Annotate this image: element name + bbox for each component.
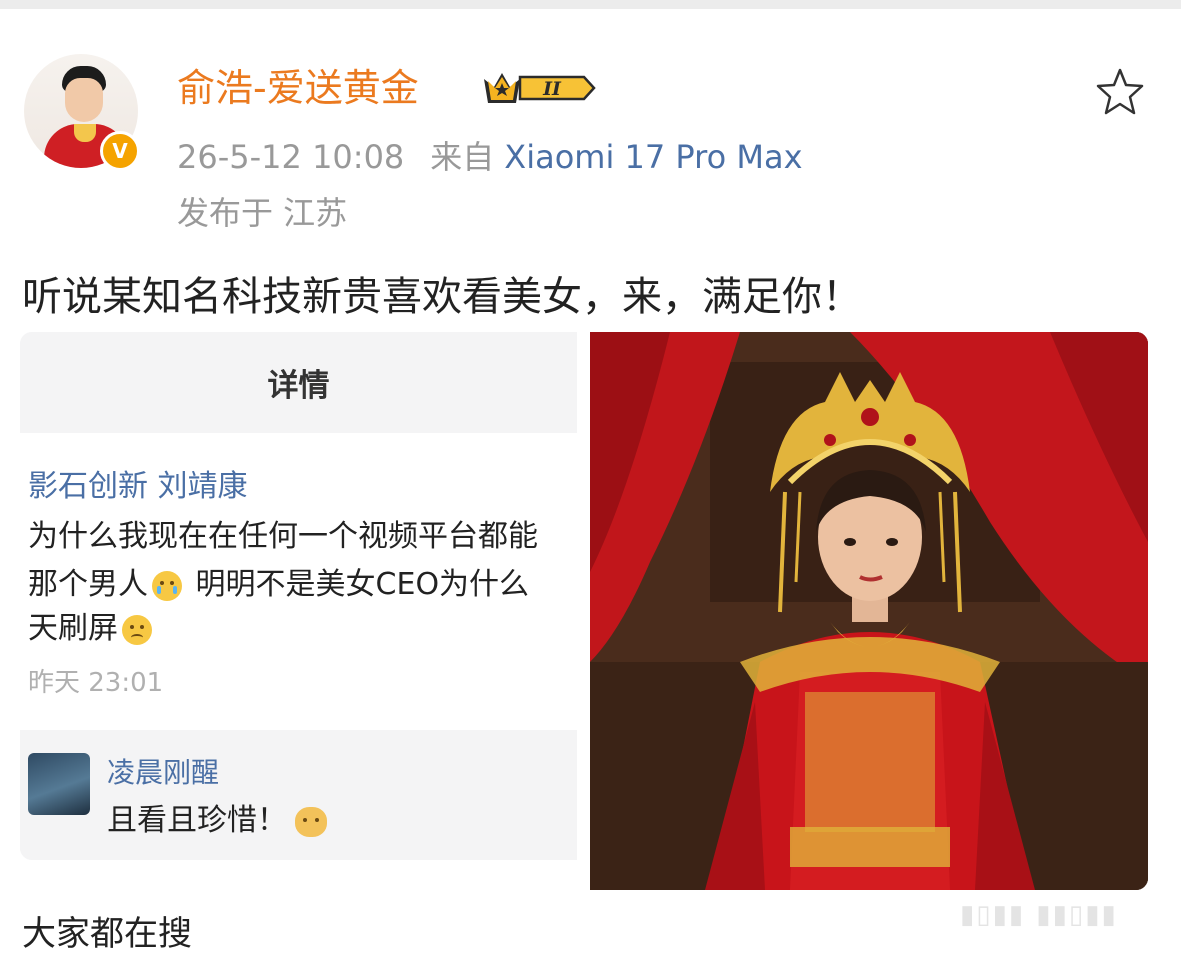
post-location: 发布于 江苏 [177,194,348,232]
username[interactable]: 俞浩-爱送黄金 [177,62,419,114]
star-outline-icon[interactable] [1094,66,1146,118]
comment-line-1: 为什么我现在在任何一个视频平台都能 [28,519,538,554]
post-timestamp: 26-5-12 10:08 [177,138,405,176]
comment-line-2: 那个男人 明明不是美女CEO为什么 [28,563,529,607]
screenshot-comment: 影石创新 刘靖康 为什么我现在在任何一个视频平台都能 那个男人 明明不是美女CE… [20,433,577,730]
reply-name: 凌晨刚醒 [107,756,220,789]
comment-line-2a: 那个男人 [28,567,148,602]
crying-emoji-icon [152,570,182,601]
photo-illustration [590,332,1148,890]
comment-line-3-text: 天刷屏 [28,611,118,646]
comment-line-2b: 明明不是美女CEO为什么 [195,567,530,602]
comment-line-3: 天刷屏 [28,607,156,651]
sad-emoji-icon [122,614,152,645]
post-text: 听说某知名科技新贵喜欢看美女，来，满足你！ [22,274,862,320]
search-heading[interactable]: 大家都在搜 [22,912,192,956]
watermark: ▮▯▮▮ ▮▮▯▮▮ [960,900,1118,930]
crown-level-icon[interactable]: II [480,67,596,109]
from-label: 来自 [430,138,495,176]
verified-v-icon: V [100,131,140,171]
device-link[interactable]: Xiaomi 17 Pro Max [504,138,802,176]
post-meta: 26-5-12 10:08 来自 Xiaomi 17 Pro Max [177,136,803,178]
image-photo[interactable] [590,332,1148,890]
reply-text-row: 且看且珍惜！ [107,800,327,842]
reply-avatar [28,753,90,815]
comment-author: 影石创新 刘靖康 [28,469,248,504]
screenshot-reply: 凌晨刚醒 且看且珍惜！ [20,730,577,860]
doge-emoji-icon [295,806,327,837]
comment-time: 昨天 23:01 [28,668,164,698]
screenshot-header: 详情 [20,332,577,433]
reply-text: 且看且珍惜！ [107,803,287,838]
level-badge-text: II [542,78,562,100]
top-divider [0,0,1181,9]
image-screenshot[interactable]: 详情 影石创新 刘靖康 为什么我现在在任何一个视频平台都能 那个男人 明明不是美… [20,332,577,860]
screenshot-header-title: 详情 [267,368,330,404]
